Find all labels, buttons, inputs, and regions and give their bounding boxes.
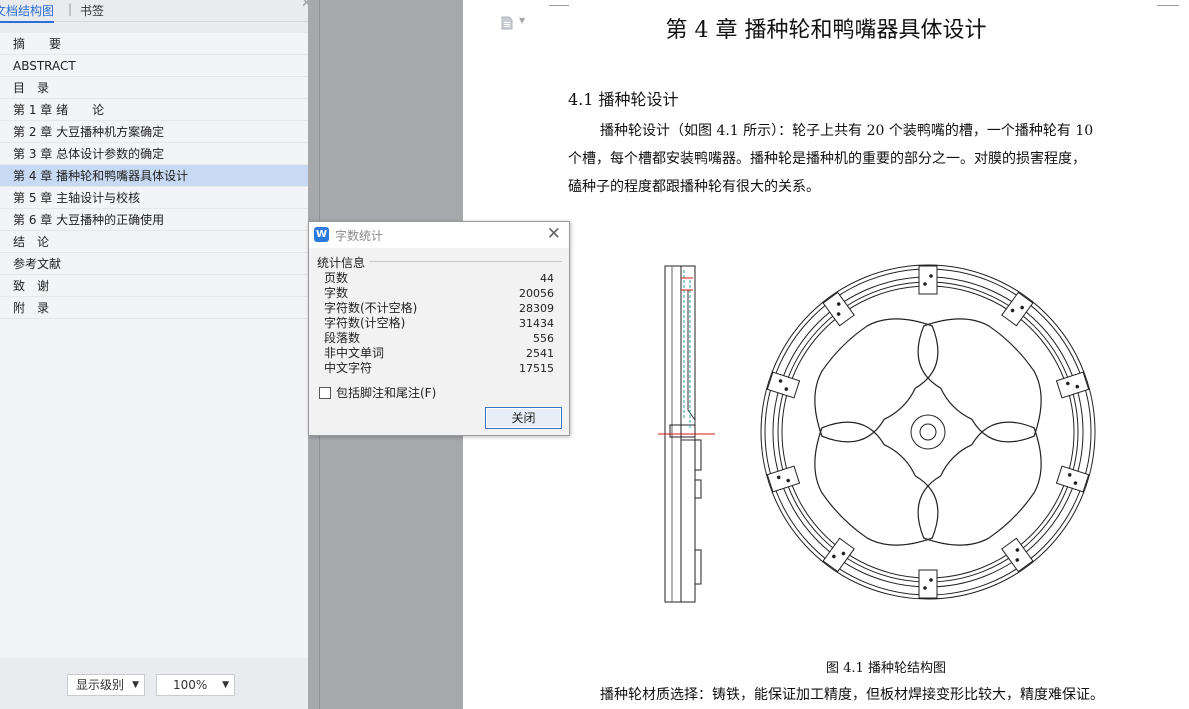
paragraph-line: 个槽，每个槽都安装鸭嘴器。播种轮是播种机的重要的部分之一。对膜的损害程度， bbox=[568, 151, 1086, 167]
outline-item[interactable]: 第 5 章 主轴设计与校核 bbox=[0, 187, 308, 209]
paragraph-line: 播种轮材质选择：铸铁，能保证加工精度，但板材焊接变形比较大，精度难保证。 bbox=[600, 687, 1104, 703]
level-select-label: 显示级别 bbox=[76, 678, 125, 692]
stats-heading: 统计信息 bbox=[317, 256, 366, 270]
nav-footer: 显示级别 ▼ 100% ▼ bbox=[0, 658, 308, 709]
outline-item[interactable]: 结 论 bbox=[0, 231, 308, 253]
footnote-label: 包括脚注和尾注(F) bbox=[336, 386, 437, 400]
outline-item[interactable]: 目 录 bbox=[0, 77, 308, 99]
footnote-option[interactable]: 包括脚注和尾注(F) bbox=[319, 384, 436, 401]
section-title: 4.1 播种轮设计 bbox=[568, 90, 679, 109]
stat-value: 31434 bbox=[519, 317, 554, 330]
stat-label: 中文字符 bbox=[324, 361, 373, 375]
stat-value: 556 bbox=[533, 332, 554, 345]
tab-document-outline[interactable]: 文档结构图 bbox=[0, 2, 55, 23]
dialog-titlebar[interactable]: W 字数统计 ✕ bbox=[309, 222, 569, 248]
navigation-pane: 文档结构图 | 书签 ✕ 摘 要 ABSTRACT 目 录第 1 章 绪 论第 2 … bbox=[0, 0, 312, 709]
stat-label: 段落数 bbox=[324, 331, 361, 345]
stat-label: 字数 bbox=[324, 286, 349, 300]
stat-value: 20056 bbox=[519, 287, 554, 300]
outline-item[interactable]: 第 6 章 大豆播种的正确使用 bbox=[0, 209, 308, 231]
dialog-title: 字数统计 bbox=[335, 229, 384, 243]
document-page[interactable]: ▼ 第 4 章 播种轮和鸭嘴器具体设计 4.1 播种轮设计 播种轮设计（如图 4… bbox=[463, 0, 1189, 709]
stat-label: 非中文单词 bbox=[324, 346, 385, 360]
seeding-wheel-drawing bbox=[658, 264, 1096, 603]
wheel-slot bbox=[1055, 371, 1090, 399]
stat-label: 页数 bbox=[324, 271, 349, 285]
stat-value: 28309 bbox=[519, 302, 554, 315]
wheel-slot bbox=[766, 465, 801, 493]
chevron-down-icon: ▼ bbox=[132, 680, 139, 690]
outline-item[interactable]: 致 谢 bbox=[0, 275, 308, 297]
wheel-slot bbox=[918, 265, 938, 295]
stat-row: 字符数(不计空格) 28309 bbox=[324, 301, 554, 316]
outline-item[interactable]: 摘 要 bbox=[0, 33, 308, 55]
level-select[interactable]: 显示级别 ▼ bbox=[67, 674, 145, 696]
stat-row: 中文字符 17515 bbox=[324, 361, 554, 376]
zoom-select-label: 100% bbox=[173, 678, 208, 692]
stat-row: 非中文单词 2541 bbox=[324, 346, 554, 361]
chevron-down-icon: ▼ bbox=[222, 680, 229, 690]
figure-caption: 图 4.1 播种轮结构图 bbox=[826, 661, 946, 676]
stat-label: 字符数(不计空格) bbox=[324, 301, 418, 315]
zoom-select[interactable]: 100% ▼ bbox=[156, 674, 235, 696]
stat-value: 2541 bbox=[526, 347, 554, 360]
outline-item[interactable]: 参考文献 bbox=[0, 253, 308, 275]
outline-item[interactable]: 第 3 章 总体设计参数的确定 bbox=[0, 143, 308, 165]
wheel-slot bbox=[766, 371, 801, 399]
wheel-slot bbox=[918, 569, 938, 599]
tab-bookmarks[interactable]: 书签 bbox=[80, 2, 104, 19]
outline-item[interactable]: ABSTRACT bbox=[0, 55, 308, 77]
stats-table: 页数 44 字数 20056 字符数(不计空格) 28309 字符数(计空格) 31434 段落… bbox=[324, 271, 554, 376]
tab-separator: | bbox=[68, 2, 73, 16]
crop-mark bbox=[549, 0, 569, 6]
stat-row: 页数 44 bbox=[324, 271, 554, 286]
close-button[interactable]: 关闭 bbox=[485, 407, 562, 429]
crop-mark bbox=[1157, 0, 1179, 6]
footnote-checkbox[interactable] bbox=[319, 387, 331, 399]
nav-tab-bar: 文档结构图 | 书签 ✕ bbox=[0, 0, 312, 23]
stat-row: 字数 20056 bbox=[324, 286, 554, 301]
outline-item[interactable]: 第 1 章 绪 论 bbox=[0, 99, 308, 121]
stat-row: 段落数 556 bbox=[324, 331, 554, 346]
paragraph-line: 播种轮设计（如图 4.1 所示）：轮子上共有 20 个装鸭嘴的槽，一个播种轮有 … bbox=[600, 123, 1094, 139]
outline-item[interactable]: 第 2 章 大豆播种机方案确定 bbox=[0, 121, 308, 143]
stat-value: 44 bbox=[540, 272, 554, 285]
outline-item[interactable]: 第 4 章 播种轮和鸭嘴器具体设计 bbox=[0, 165, 308, 187]
stat-row: 字符数(计空格) 31434 bbox=[324, 316, 554, 331]
outline-item[interactable]: 附 录 bbox=[0, 297, 308, 319]
stat-label: 字符数(计空格) bbox=[324, 316, 406, 330]
outline-list: 摘 要 ABSTRACT 目 录第 1 章 绪 论第 2 章 大豆播种机方案确定第 … bbox=[0, 33, 308, 658]
stat-value: 17515 bbox=[519, 362, 554, 375]
divider bbox=[369, 261, 562, 262]
word-count-dialog: W 字数统计 ✕ 统计信息 页数 44 字数 20056 字符数(不计空格) 28309 字… bbox=[308, 221, 570, 436]
close-icon[interactable]: ✕ bbox=[547, 224, 561, 244]
paragraph-line: 磕种子的程度都跟播种轮有很大的关系。 bbox=[568, 179, 820, 195]
wheel-slot bbox=[1055, 465, 1090, 493]
chapter-title: 第 4 章 播种轮和鸭嘴器具体设计 bbox=[665, 18, 987, 43]
wps-writer-icon: W bbox=[314, 227, 329, 242]
